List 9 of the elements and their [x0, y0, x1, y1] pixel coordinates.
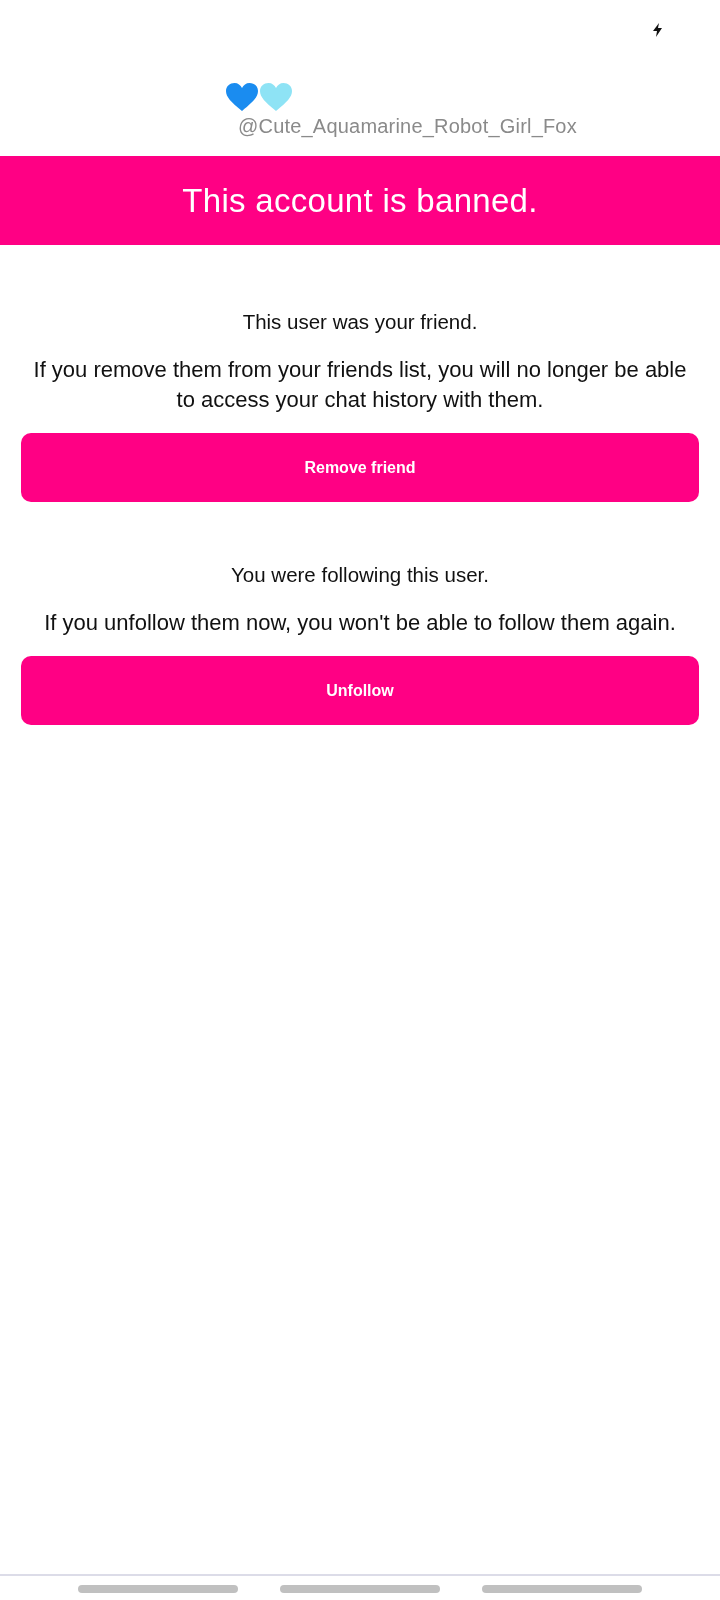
remove-friend-button[interactable]: Remove friend — [21, 433, 699, 502]
unfollow-button[interactable]: Unfollow — [21, 656, 699, 725]
section-note: If you unfollow them now, you won't be able to follow them again. — [43, 609, 677, 637]
section-heading: You were following this user. — [231, 562, 489, 588]
section-heading: This user was your friend. — [242, 309, 478, 335]
username: @Cute_Aquamarine_Robot_Girl_Fox — [238, 115, 577, 138]
lightning-icon — [653, 23, 662, 37]
banner-title: This account is banned. — [182, 181, 538, 220]
section-note: If you remove them from your friends list, you will no longer be able to access your chat history with them. — [32, 356, 688, 414]
